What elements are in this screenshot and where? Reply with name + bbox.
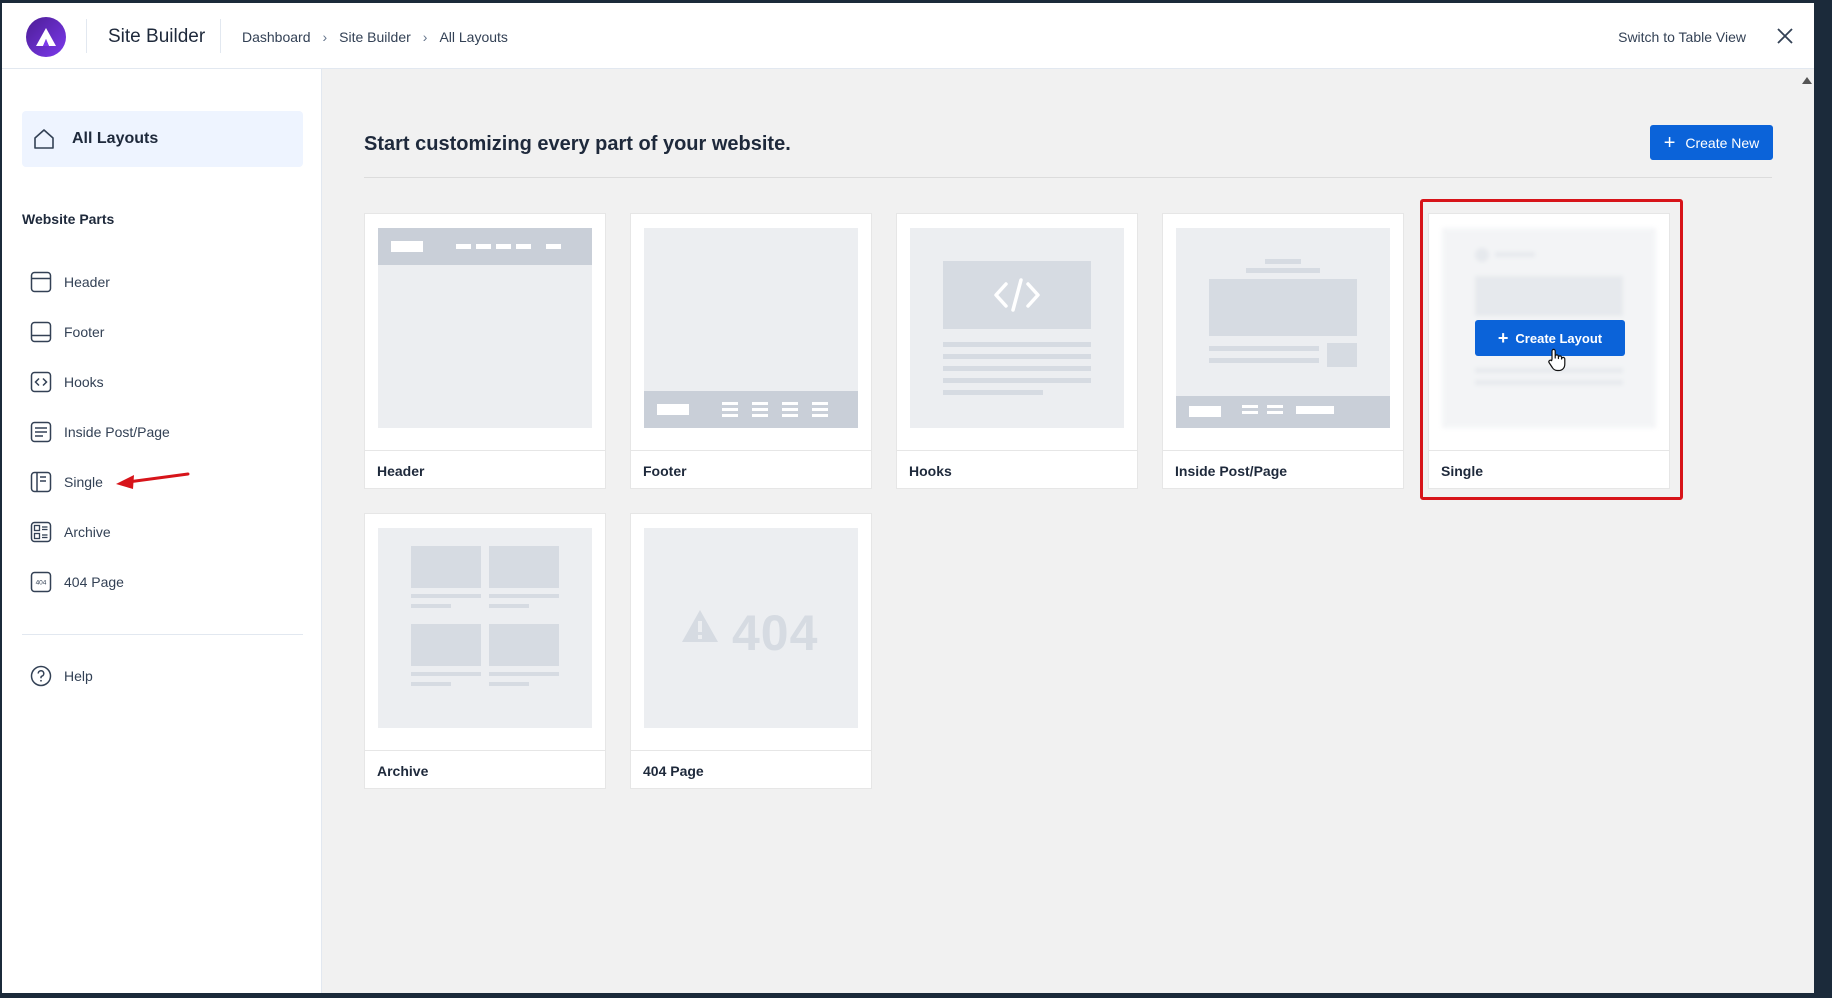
create-new-label: Create New	[1685, 134, 1760, 151]
sidebar-item-archive[interactable]: Archive	[30, 507, 170, 557]
chevron-right-icon: ›	[422, 29, 428, 45]
sidebar-divider	[22, 634, 303, 635]
card-label: 404 Page	[631, 750, 871, 790]
sidebar-item-label: Footer	[64, 324, 105, 340]
app-title: Site Builder	[108, 26, 206, 47]
create-layout-label: Create Layout	[1515, 330, 1603, 346]
sidebar-item-404-page[interactable]: 404 404 Page	[30, 557, 170, 607]
home-icon	[34, 129, 54, 149]
logo-divider	[86, 19, 87, 53]
sidebar: All Layouts Website Parts Header Footer	[2, 69, 322, 993]
card-label: Inside Post/Page	[1163, 450, 1403, 490]
breadcrumb-dashboard[interactable]: Dashboard	[242, 29, 311, 45]
404-text: 404	[732, 605, 819, 661]
help-label: Help	[64, 668, 93, 684]
sidebar-item-label: All Layouts	[72, 130, 159, 147]
main-content: Start customizing every part of your web…	[322, 69, 1814, 993]
layout-card-header[interactable]: Header	[364, 213, 606, 489]
top-bar: Site Builder Dashboard › Site Builder › …	[2, 3, 1814, 69]
header-layout-icon	[30, 271, 52, 293]
archive-grid-icon	[30, 521, 52, 543]
plus-icon: +	[1663, 131, 1676, 154]
annotation-arrow-icon	[116, 472, 190, 489]
chevron-right-icon: ›	[322, 29, 328, 45]
astra-logo[interactable]	[26, 17, 66, 57]
breadcrumb-all-layouts: All Layouts	[439, 29, 508, 45]
archive-preview	[378, 528, 592, 728]
card-label: Header	[365, 450, 605, 490]
vertical-scrollbar[interactable]	[1800, 69, 1814, 993]
card-label: Footer	[631, 450, 871, 490]
title-divider	[364, 177, 1772, 178]
sidebar-item-hooks[interactable]: Hooks	[30, 357, 170, 407]
title-divider	[220, 19, 221, 53]
svg-text:404: 404	[36, 580, 47, 587]
inside-post-preview	[1176, 228, 1390, 428]
hooks-preview	[910, 228, 1124, 428]
single-layout-icon	[30, 471, 52, 493]
plus-icon: +	[1497, 328, 1509, 348]
code-icon	[994, 278, 1040, 312]
header-preview	[378, 228, 592, 428]
post-content-icon	[30, 421, 52, 443]
404-page-icon: 404	[30, 571, 52, 593]
close-icon[interactable]	[1774, 25, 1796, 47]
code-icon	[30, 371, 52, 393]
layout-card-inside-post-page[interactable]: Inside Post/Page	[1162, 213, 1404, 489]
hand-cursor-icon	[1548, 348, 1566, 372]
sidebar-item-label: Single	[64, 474, 103, 490]
breadcrumb: Dashboard › Site Builder › All Layouts	[242, 29, 508, 45]
logo-icon	[36, 28, 56, 46]
website-parts-heading: Website Parts	[22, 211, 115, 227]
sidebar-item-label: 404 Page	[64, 574, 124, 590]
breadcrumb-site-builder[interactable]: Site Builder	[339, 29, 411, 45]
footer-layout-icon	[30, 321, 52, 343]
sidebar-item-inside-post-page[interactable]: Inside Post/Page	[30, 407, 170, 457]
create-new-button[interactable]: + Create New	[1650, 125, 1773, 160]
help-circle-icon	[30, 665, 52, 687]
footer-preview	[644, 228, 858, 428]
card-label: Hooks	[897, 450, 1137, 490]
sidebar-item-all-layouts[interactable]: All Layouts	[22, 111, 303, 167]
sidebar-item-label: Header	[64, 274, 110, 290]
sidebar-item-label: Archive	[64, 524, 111, 540]
site-builder-window: Site Builder Dashboard › Site Builder › …	[2, 3, 1814, 993]
sidebar-item-footer[interactable]: Footer	[30, 307, 170, 357]
website-parts-list: Header Footer Hooks Inside Post/Page Sin…	[30, 257, 170, 607]
sidebar-item-label: Hooks	[64, 374, 104, 390]
sidebar-item-label: Inside Post/Page	[64, 424, 170, 440]
sidebar-item-help[interactable]: Help	[30, 665, 93, 687]
404-preview: 404	[644, 528, 858, 728]
page-title: Start customizing every part of your web…	[364, 133, 791, 155]
layout-card-hooks[interactable]: Hooks	[896, 213, 1138, 489]
layout-card-archive[interactable]: Archive	[364, 513, 606, 789]
sidebar-item-header[interactable]: Header	[30, 257, 170, 307]
scroll-up-arrow-icon[interactable]	[1802, 77, 1812, 84]
switch-to-table-view-link[interactable]: Switch to Table View	[1618, 29, 1746, 45]
layout-card-404-page[interactable]: 404 404 Page	[630, 513, 872, 789]
warning-icon	[682, 610, 718, 642]
card-label: Archive	[365, 750, 605, 790]
layout-card-footer[interactable]: Footer	[630, 213, 872, 489]
